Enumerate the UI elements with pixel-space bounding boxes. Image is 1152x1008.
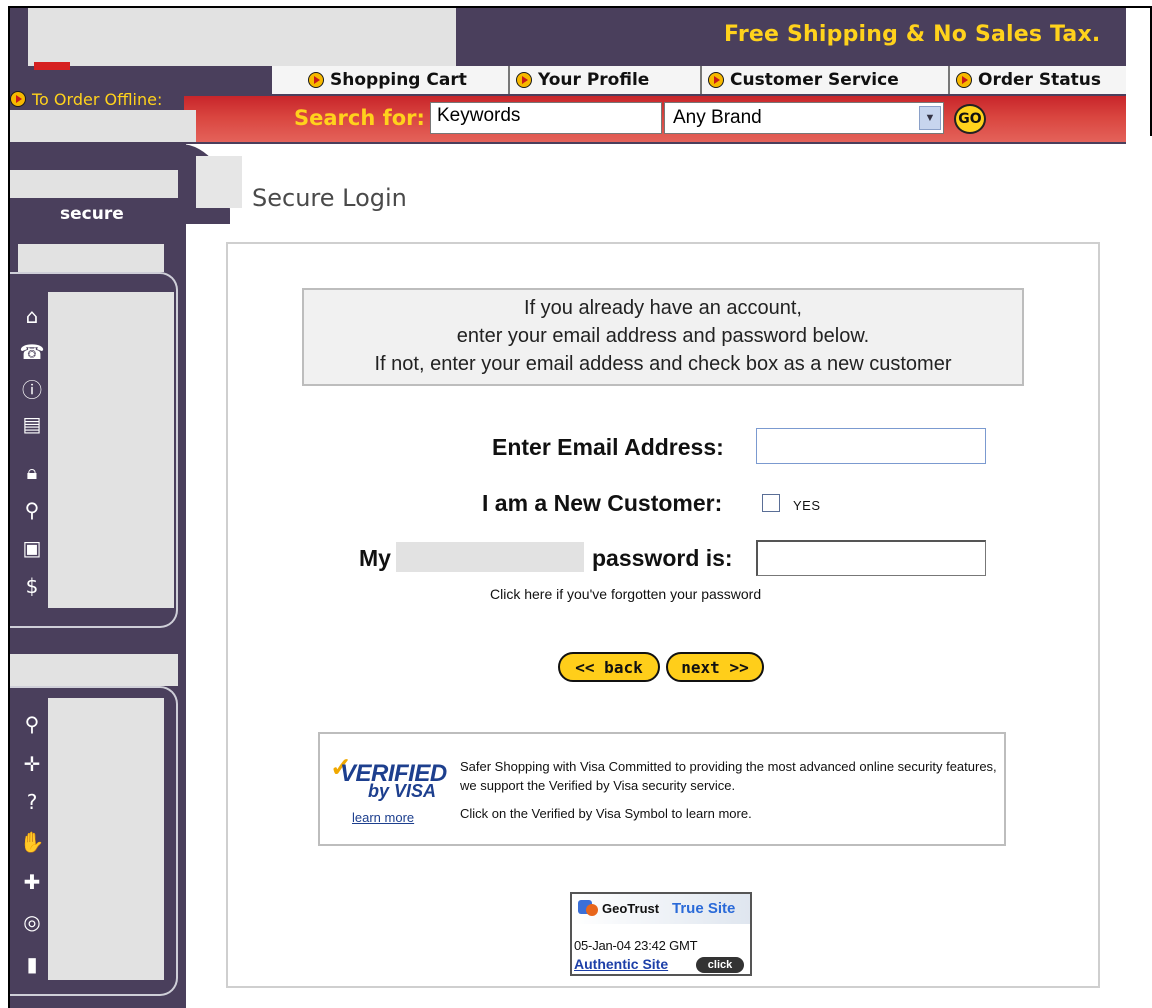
plus-icon[interactable]: ✚ [20, 870, 44, 894]
geotrust-authentic-link[interactable]: Authentic Site [574, 956, 668, 972]
sidebar-section-title-placeholder [18, 244, 164, 272]
tab-your-profile[interactable]: Your Profile [508, 66, 700, 94]
next-button[interactable]: next >> [666, 652, 764, 682]
arrow-bullet-icon [516, 72, 532, 88]
computer-icon[interactable]: ▣ [20, 536, 44, 560]
tab-order-status[interactable]: Order Status [948, 66, 1126, 94]
page-title: Secure Login [252, 184, 407, 212]
geotrust-brand: GeoTrust [602, 901, 660, 916]
tab-label: Shopping Cart [330, 70, 467, 90]
sidebar-header-placeholder [10, 170, 178, 198]
order-offline-label: To Order Offline: [32, 89, 163, 109]
promo-banner: Free Shipping & No Sales Tax. [724, 22, 1101, 47]
chevron-down-icon[interactable]: ▼ [919, 106, 941, 130]
tab-shopping-cart[interactable]: Shopping Cart [272, 66, 508, 94]
geotrust-timestamp: 05-Jan-04 23:42 GMT [574, 938, 698, 953]
forgot-password-link[interactable]: Click here if you've forgotten your pass… [490, 586, 761, 602]
title-icon-placeholder [196, 156, 242, 208]
tab-customer-service[interactable]: Customer Service [700, 66, 948, 94]
info-icon[interactable]: ⓘ [20, 376, 44, 402]
scroll-icon[interactable]: ▤ [20, 412, 44, 436]
email-label: Enter Email Address: [492, 434, 724, 460]
instructions-box: If you already have an account, enter yo… [302, 288, 1024, 386]
top-tabs: Shopping Cart Your Profile Customer Serv… [272, 66, 1126, 94]
geotrust-logo-dot [586, 904, 598, 916]
brand-select-value: Any Brand [673, 107, 762, 128]
tab-label: Order Status [978, 70, 1102, 90]
logo-placeholder[interactable] [28, 8, 456, 66]
help-icon[interactable]: ? [20, 790, 44, 814]
arrow-bullet-icon [956, 72, 972, 88]
home-icon[interactable]: ⌂ [20, 304, 44, 328]
yes-label: YES [793, 498, 821, 513]
instruction-line: enter your email address and password be… [456, 325, 870, 347]
arrow-bullet-icon [708, 72, 724, 88]
sidebar-section-title-placeholder-2 [10, 654, 178, 686]
sidebar-links-placeholder-2[interactable] [48, 698, 164, 980]
arrow-bullet-icon [10, 91, 26, 107]
password-label-prefix: My [359, 545, 391, 571]
visa-description: Safer Shopping with Visa Committed to pr… [460, 759, 997, 793]
arrow-bullet-icon [308, 72, 324, 88]
visa-logo-byvisa[interactable]: by VISA [368, 781, 436, 802]
lock-icon[interactable]: 🔒︎ [20, 460, 44, 484]
back-button[interactable]: << back [558, 652, 660, 682]
frame-top-border [8, 6, 1152, 8]
visa-instruction: Click on the Verified by Visa Symbol to … [460, 806, 752, 821]
secure-label: secure [60, 204, 124, 224]
frame-left-border [8, 6, 10, 1008]
tab-label: Your Profile [538, 70, 650, 90]
dollar-icon[interactable]: $ [20, 574, 44, 598]
magnifier-icon[interactable]: ⚲ [20, 498, 44, 522]
tab-label: Customer Service [730, 70, 899, 90]
magnifier-icon[interactable]: ⚲ [20, 712, 44, 736]
logo-accent [34, 62, 70, 70]
geotrust-click-button[interactable]: click [696, 957, 744, 973]
instruction-line: If you already have an account, [524, 297, 802, 319]
money-icon[interactable]: ◎ [20, 910, 44, 934]
password-label: password is: [592, 545, 733, 571]
brand-select[interactable]: Any Brand ▼ [664, 102, 944, 134]
handshake-icon[interactable]: ✋ [20, 830, 45, 854]
phone-number-placeholder [8, 110, 196, 142]
new-customer-checkbox[interactable] [762, 494, 780, 512]
search-keywords-input[interactable]: Keywords [430, 102, 662, 134]
phone-icon[interactable]: ☎ [20, 340, 45, 364]
new-customer-label: I am a New Customer: [482, 490, 723, 516]
mobile-phone-icon[interactable]: ▮ [20, 952, 44, 976]
geotrust-seal[interactable]: GeoTrust True Site 05-Jan-04 23:42 GMT A… [570, 892, 752, 976]
instruction-line: If not, enter your email addess and chec… [374, 353, 952, 375]
sidebar-links-placeholder-1[interactable] [48, 292, 174, 608]
compass-icon[interactable]: ✛ [20, 752, 44, 776]
store-name-placeholder [396, 542, 584, 572]
password-field[interactable] [756, 540, 986, 576]
search-label: Search for: [294, 106, 425, 130]
visa-learn-more-link[interactable]: learn more [352, 810, 414, 825]
go-button[interactable]: GO [954, 104, 986, 134]
email-field[interactable] [756, 428, 986, 464]
order-offline-link[interactable]: To Order Offline: [10, 88, 162, 110]
geotrust-product: True Site [672, 900, 736, 917]
